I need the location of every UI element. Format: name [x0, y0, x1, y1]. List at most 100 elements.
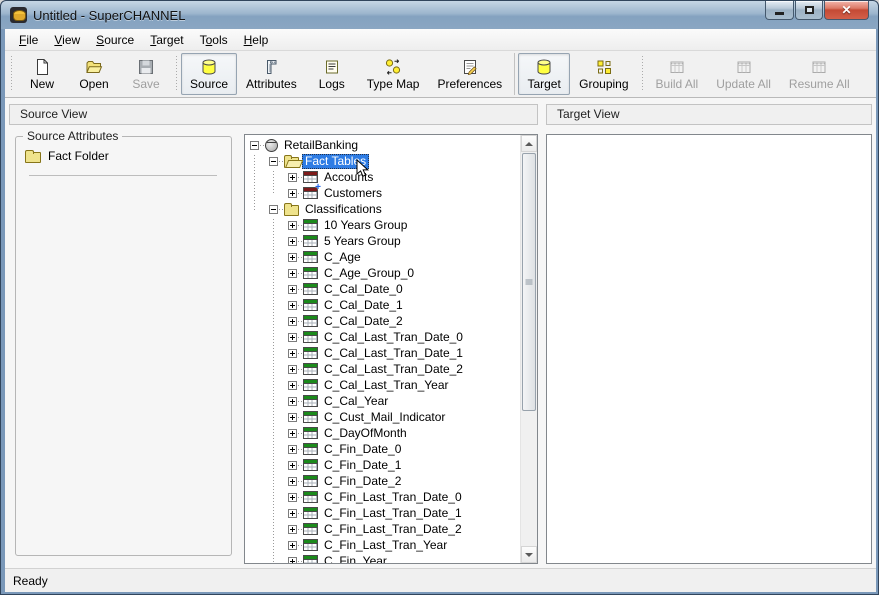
table-green-icon	[303, 347, 318, 359]
tree-expander[interactable]	[288, 189, 297, 198]
tree-expander[interactable]	[250, 141, 259, 150]
logs-button[interactable]: Logs	[306, 53, 358, 95]
menu-item[interactable]: View	[46, 31, 88, 49]
table-red-icon: +	[303, 187, 318, 199]
source-button[interactable]: Source	[181, 53, 237, 95]
attributes-button[interactable]: Attributes	[237, 53, 306, 95]
tree-connector	[298, 529, 302, 530]
tree-expander[interactable]	[288, 461, 297, 470]
tree-item[interactable]: C_Cal_Date_1	[245, 297, 520, 313]
tree-item[interactable]: C_Fin_Date_2	[245, 473, 520, 489]
database-icon	[200, 58, 218, 76]
tree-item[interactable]: C_Cal_Last_Tran_Year	[245, 377, 520, 393]
scroll-down-button[interactable]	[521, 546, 537, 563]
tree-item[interactable]: RetailBanking	[245, 137, 520, 153]
tree-item[interactable]: 5 Years Group	[245, 233, 520, 249]
tree-scrollbar[interactable]	[520, 135, 537, 563]
typemap-button[interactable]: Type Map	[358, 53, 429, 95]
app-logo-icon	[10, 7, 27, 23]
tree-expander[interactable]	[269, 205, 278, 214]
tree-item[interactable]: C_Cust_Mail_Indicator	[245, 409, 520, 425]
tree-item[interactable]: C_Cal_Last_Tran_Date_1	[245, 345, 520, 361]
close-button[interactable]: ✕	[824, 1, 869, 20]
tree-item[interactable]: C_Fin_Last_Tran_Date_1	[245, 505, 520, 521]
tree-expander[interactable]	[288, 269, 297, 278]
preferences-button[interactable]: Preferences	[428, 53, 511, 95]
fact-folder-item[interactable]: Fact Folder	[25, 149, 109, 163]
tree-item[interactable]: C_Fin_Date_1	[245, 457, 520, 473]
toolbar-gripper[interactable]	[174, 56, 179, 92]
tree-item[interactable]: C_Fin_Last_Tran_Date_2	[245, 521, 520, 537]
table-green-icon	[303, 443, 318, 455]
tree-expander[interactable]	[288, 525, 297, 534]
tree-item[interactable]: C_Cal_Last_Tran_Date_2	[245, 361, 520, 377]
tree-item[interactable]: C_Cal_Date_2	[245, 313, 520, 329]
menu-item[interactable]: Target	[142, 31, 191, 49]
update-all-button[interactable]: Update All	[707, 53, 780, 95]
tree-item[interactable]: + Customers	[245, 185, 520, 201]
open-button[interactable]: Open	[68, 53, 120, 95]
tree-item-label: Customers	[321, 186, 385, 201]
scrollbar-thumb[interactable]	[522, 153, 536, 411]
title-bar[interactable]: Untitled - SuperCHANNEL ✕	[1, 1, 878, 29]
new-button[interactable]: New	[16, 53, 68, 95]
tree-item[interactable]: C_Age_Group_0	[245, 265, 520, 281]
tree-expander[interactable]	[288, 445, 297, 454]
save-button[interactable]: Save	[120, 53, 172, 95]
menu-item[interactable]: Source	[88, 31, 142, 49]
resume-all-button[interactable]: Resume All	[780, 53, 859, 95]
tree-expander[interactable]	[288, 413, 297, 422]
tree-expander[interactable]	[288, 477, 297, 486]
toolbar-gripper[interactable]	[9, 56, 14, 92]
tree-item[interactable]: C_Fin_Year	[245, 553, 520, 563]
tree-expander[interactable]	[288, 493, 297, 502]
tree-item[interactable]: C_Fin_Last_Tran_Date_0	[245, 489, 520, 505]
tree-item[interactable]: C_Fin_Last_Tran_Year	[245, 537, 520, 553]
tree-item[interactable]: C_Cal_Year	[245, 393, 520, 409]
toolbar-gripper[interactable]	[640, 56, 645, 92]
menu-item[interactable]: File	[11, 31, 46, 49]
tree-item[interactable]: C_Age	[245, 249, 520, 265]
tree-expander[interactable]	[288, 349, 297, 358]
minimize-button[interactable]	[765, 1, 794, 20]
tree-expander[interactable]	[288, 253, 297, 262]
menu-item[interactable]: Tools	[192, 31, 236, 49]
tree-item[interactable]: C_Fin_Date_0	[245, 441, 520, 457]
tree-item[interactable]: 10 Years Group	[245, 217, 520, 233]
build-all-button[interactable]: Build All	[647, 53, 708, 95]
tree-item[interactable]: C_DayOfMonth	[245, 425, 520, 441]
tree-expander[interactable]	[288, 333, 297, 342]
tree-item[interactable]: C_Cal_Date_0	[245, 281, 520, 297]
tree-expander[interactable]	[288, 285, 297, 294]
tree-expander[interactable]	[288, 317, 297, 326]
tree-hierarchy-line	[273, 219, 274, 563]
tree-expander[interactable]	[288, 397, 297, 406]
menu-item[interactable]: Help	[236, 31, 277, 49]
tree-expander[interactable]	[269, 157, 278, 166]
table-green-icon	[303, 395, 318, 407]
tree-expander[interactable]	[288, 237, 297, 246]
tree-expander[interactable]	[288, 173, 297, 182]
tree-item[interactable]: C_Cal_Last_Tran_Date_0	[245, 329, 520, 345]
tree-expander[interactable]	[288, 301, 297, 310]
table-green-icon	[303, 251, 318, 263]
tree-expander[interactable]	[288, 381, 297, 390]
grouping-button[interactable]: Grouping	[570, 53, 637, 95]
tree-expander[interactable]	[288, 221, 297, 230]
tree-item[interactable]: Fact Tables	[245, 153, 520, 169]
target-view-panel	[546, 134, 872, 564]
tree-expander[interactable]	[288, 509, 297, 518]
tree-expander[interactable]	[288, 429, 297, 438]
tree-expander[interactable]	[288, 557, 297, 564]
tree-expander[interactable]	[288, 365, 297, 374]
target-button[interactable]: Target	[518, 53, 570, 95]
tree-expander[interactable]	[288, 541, 297, 550]
tree-item-label: C_Fin_Last_Tran_Year	[321, 538, 450, 553]
tree-item-label: Fact Tables	[302, 154, 369, 169]
maximize-button[interactable]	[795, 1, 823, 20]
tree-item[interactable]: Classifications	[245, 201, 520, 217]
tree-item[interactable]: Accounts	[245, 169, 520, 185]
maximize-icon	[805, 6, 814, 14]
new-button-label: New	[30, 77, 54, 91]
scroll-up-button[interactable]	[521, 135, 537, 152]
